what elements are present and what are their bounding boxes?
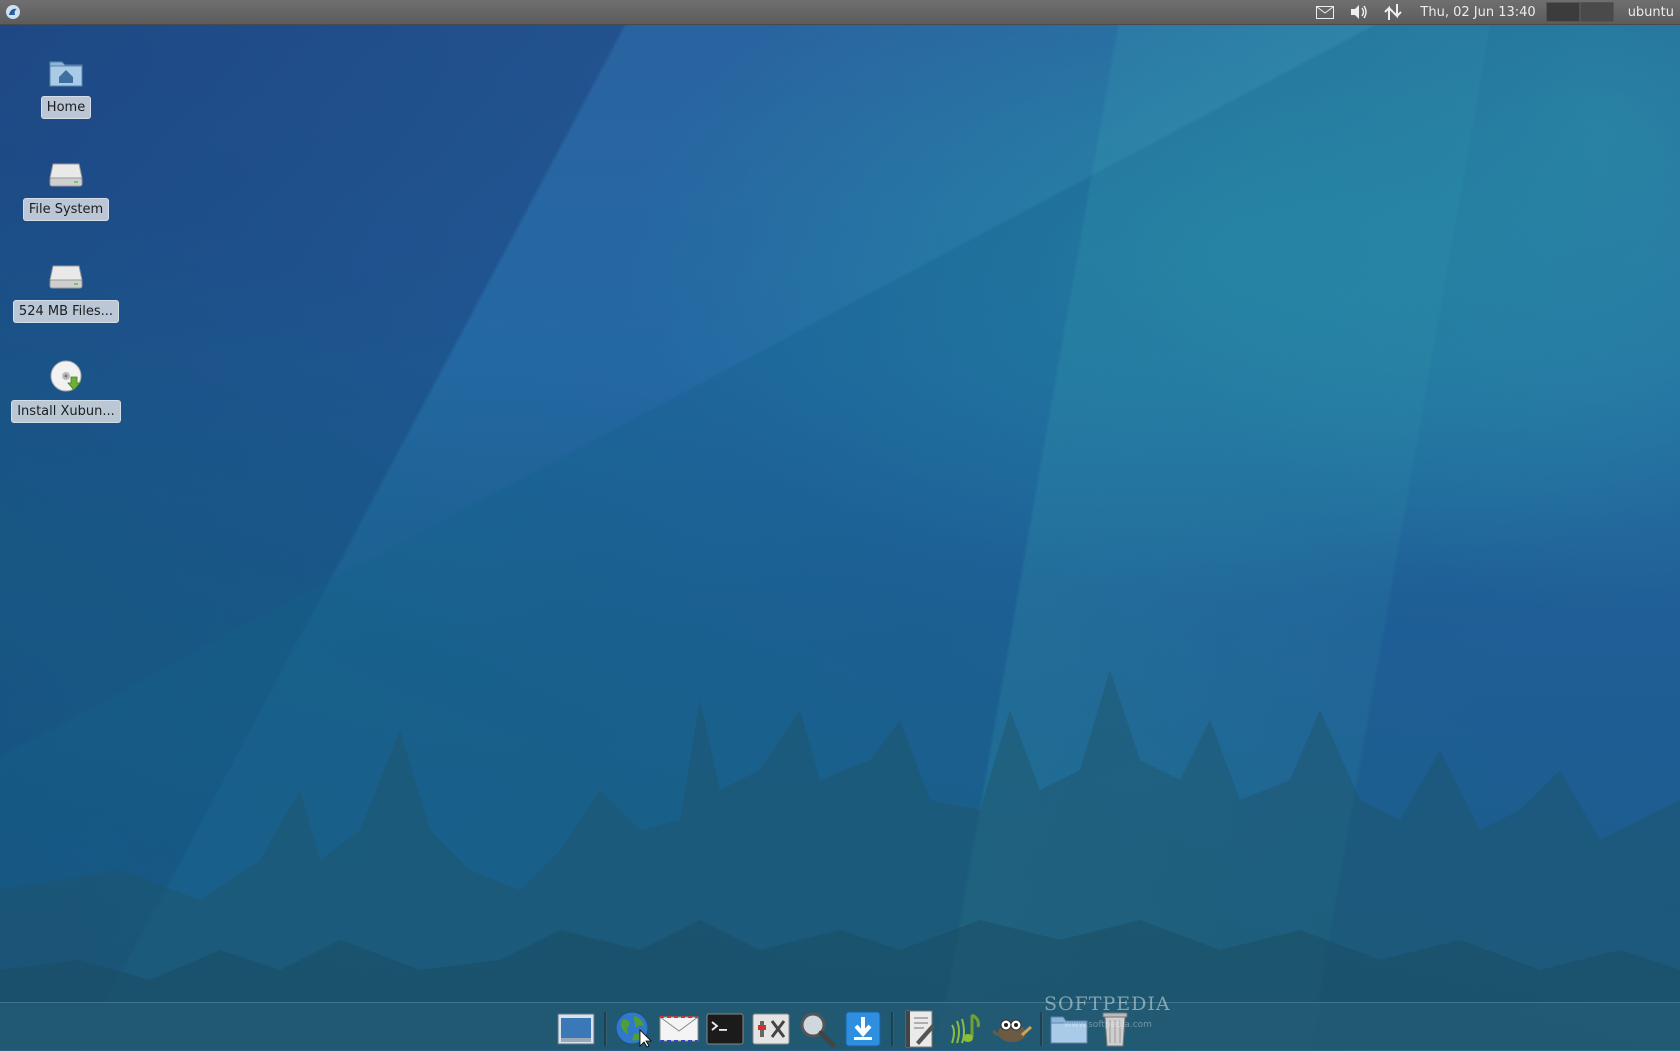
dock-show-desktop[interactable] xyxy=(556,1009,596,1049)
settings-icon xyxy=(752,1013,790,1045)
softpedia-watermark-url: www.softpedia.com xyxy=(1064,1020,1152,1030)
clock[interactable]: Thu, 02 Jun 13:40 xyxy=(1420,5,1535,20)
dock-text-editor[interactable] xyxy=(900,1009,940,1049)
drive-icon xyxy=(46,258,86,294)
desktop-icon-label: 524 MB Files... xyxy=(12,300,120,323)
drive-icon xyxy=(46,156,86,192)
dock-web-browser[interactable] xyxy=(613,1009,653,1049)
desktop-icon-install-xubuntu[interactable]: Install Xubun... xyxy=(11,358,121,423)
dock-separator xyxy=(1040,1012,1043,1046)
dock-mail[interactable] xyxy=(659,1009,699,1049)
terminal-icon xyxy=(706,1013,744,1045)
desktop-icon-label: Install Xubun... xyxy=(11,400,121,423)
gimp-icon xyxy=(992,1019,1032,1042)
network-icon[interactable] xyxy=(1380,0,1406,24)
top-panel: Thu, 02 Jun 13:40 ubuntu xyxy=(0,0,1680,25)
applications-menu-button[interactable] xyxy=(2,1,24,23)
dock-terminal[interactable] xyxy=(705,1009,745,1049)
dock-separator xyxy=(891,1012,894,1046)
globe-icon xyxy=(615,1011,652,1048)
dock-downloads[interactable] xyxy=(843,1009,883,1049)
show-desktop-icon xyxy=(557,1013,595,1045)
xubuntu-menu-icon xyxy=(6,5,20,19)
dock-gimp[interactable] xyxy=(992,1009,1032,1049)
dock-panel xyxy=(0,1002,1680,1051)
envelope-icon xyxy=(659,1016,699,1042)
workspace-switcher[interactable] xyxy=(1545,2,1614,22)
desktop-icon-home[interactable]: Home xyxy=(11,54,121,119)
workspace-2[interactable] xyxy=(1579,2,1614,22)
download-icon xyxy=(845,1011,881,1047)
text-editor-icon xyxy=(905,1010,935,1048)
system-tray: Thu, 02 Jun 13:40 ubuntu xyxy=(1312,0,1680,24)
softpedia-watermark: SOFTPEDIA xyxy=(1044,993,1171,1015)
dock-separator xyxy=(604,1012,607,1046)
install-disc-icon xyxy=(46,358,86,394)
mail-icon[interactable] xyxy=(1312,0,1338,24)
dock-search[interactable] xyxy=(797,1009,837,1049)
magnifier-icon xyxy=(800,1012,836,1047)
workspace-1[interactable] xyxy=(1545,2,1580,22)
volume-icon[interactable] xyxy=(1346,0,1372,24)
dock-settings[interactable] xyxy=(751,1009,791,1049)
user-menu[interactable]: ubuntu xyxy=(1628,5,1674,20)
desktop-icon-524mb-files[interactable]: 524 MB Files... xyxy=(11,258,121,323)
desktop-icon-label: File System xyxy=(22,198,110,221)
wallpaper-forest xyxy=(0,670,1680,1050)
desktop-icon-file-system[interactable]: File System xyxy=(11,156,121,221)
music-icon xyxy=(951,1013,980,1044)
home-folder-icon xyxy=(46,54,86,90)
desktop-icon-label: Home xyxy=(40,96,92,119)
dock-media-player[interactable] xyxy=(946,1009,986,1049)
